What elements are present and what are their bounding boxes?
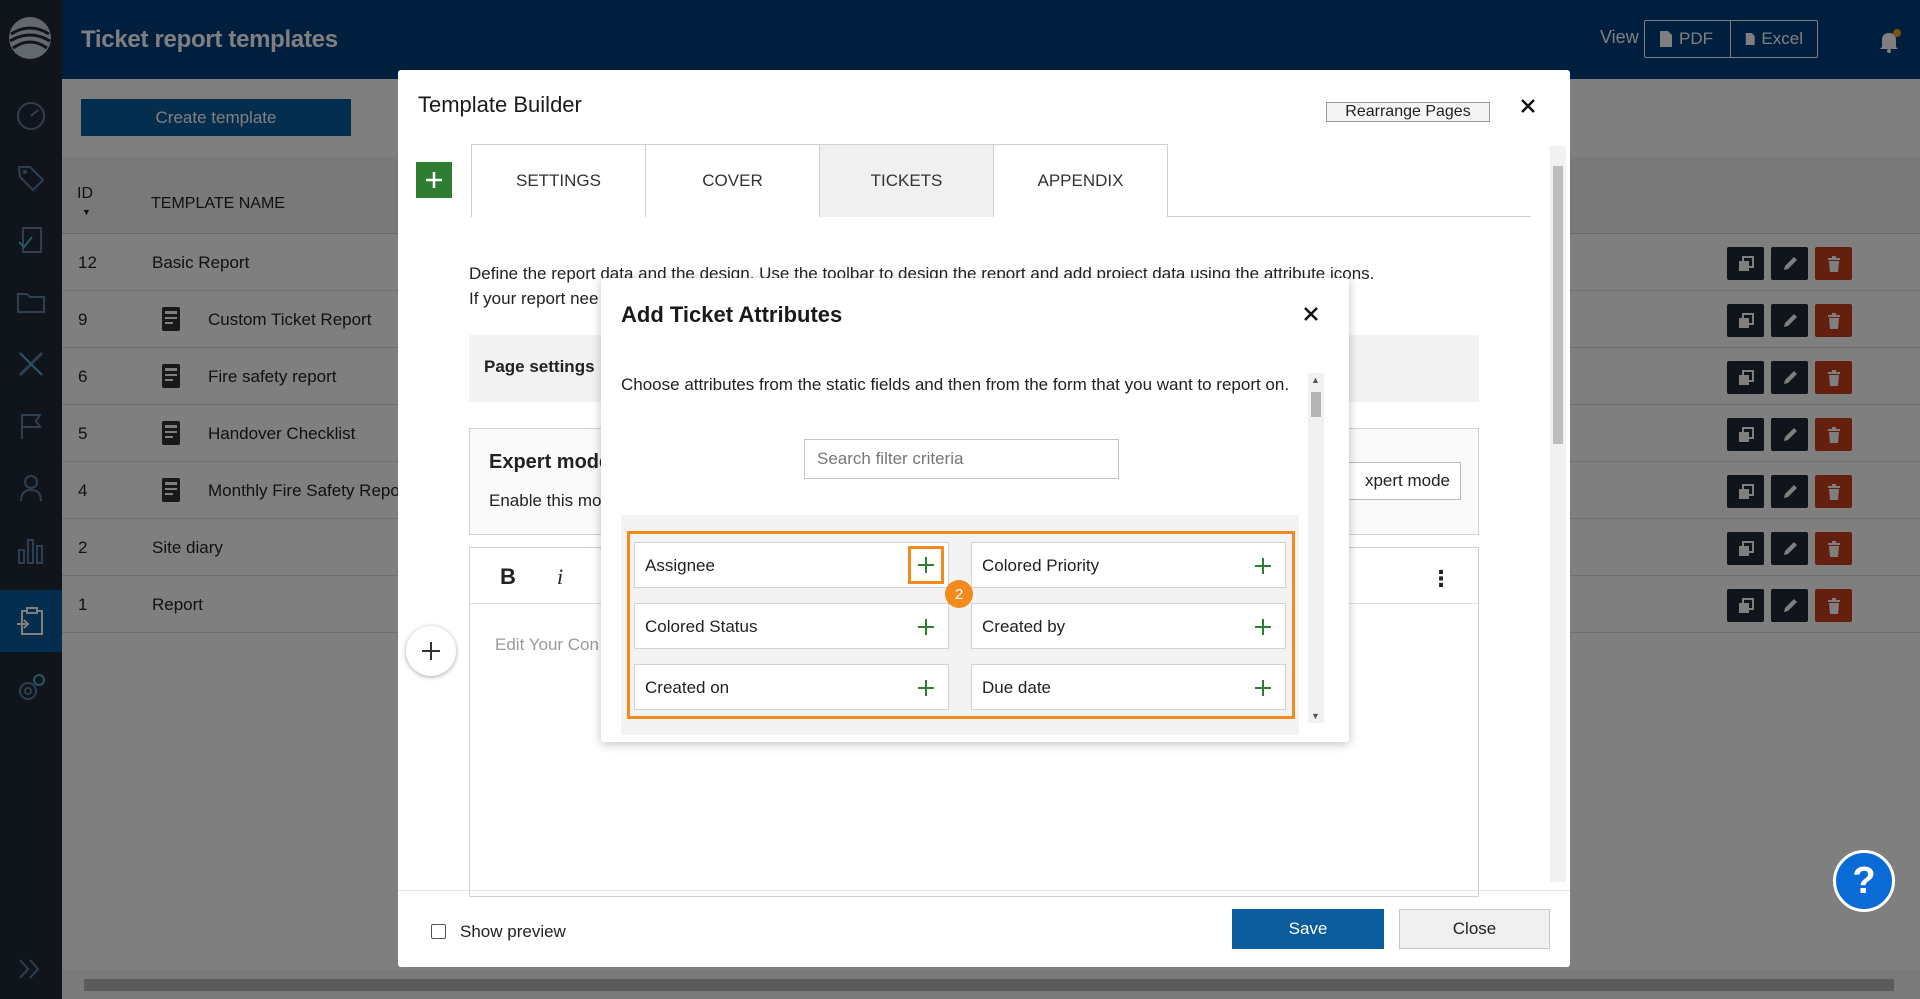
attribute-label: Created on	[645, 678, 730, 697]
plus-icon	[1255, 680, 1271, 696]
search-input[interactable]	[804, 439, 1119, 479]
page-settings-label: Page settings	[484, 357, 595, 376]
expert-mode-title: Expert mode	[489, 451, 611, 473]
close-button[interactable]: Close	[1399, 909, 1550, 949]
add-block-button[interactable]	[406, 626, 456, 676]
builder-tabs: SETTINGS COVER TICKETS APPENDIX	[471, 144, 1531, 217]
attribute-item-colored-status: Colored Status	[634, 603, 949, 649]
attribute-label: Colored Status	[645, 617, 758, 636]
attribute-label: Colored Priority	[982, 556, 1100, 575]
add-attribute-button[interactable]	[1251, 615, 1275, 639]
plus-icon	[1255, 558, 1271, 574]
help-button[interactable]: ?	[1833, 850, 1895, 912]
italic-button[interactable]: i	[557, 564, 563, 590]
attributes-modal-title: Add Ticket Attributes	[621, 302, 843, 327]
add-attribute-button[interactable]	[914, 676, 938, 700]
attribute-label: Created by	[982, 617, 1066, 636]
plus-icon	[422, 642, 440, 660]
tab-appendix[interactable]: APPENDIX	[993, 144, 1168, 217]
add-page-button[interactable]	[416, 162, 452, 198]
add-ticket-attributes-modal: Add Ticket Attributes Choose attributes …	[601, 278, 1349, 742]
attribute-item-created-by: Created by	[971, 603, 1286, 649]
step-badge: 2	[945, 580, 973, 608]
show-preview-checkbox[interactable]	[431, 924, 446, 939]
bold-button[interactable]: B	[500, 564, 516, 590]
attribute-item-due-date: Due date	[971, 664, 1286, 710]
attributes-scrollbar[interactable]: ▲ ▼	[1308, 373, 1324, 723]
close-icon[interactable]	[1516, 94, 1540, 118]
builder-footer: Show preview Save Close	[398, 890, 1570, 967]
add-attribute-button[interactable]	[1251, 554, 1275, 578]
plus-icon	[1255, 619, 1271, 635]
attribute-label: Due date	[982, 678, 1051, 697]
tab-cover[interactable]: COVER	[645, 144, 820, 217]
tab-tickets[interactable]: TICKETS	[819, 144, 994, 217]
add-attribute-button[interactable]	[1251, 676, 1275, 700]
rearrange-pages-button[interactable]: Rearrange Pages	[1326, 102, 1490, 122]
plus-icon	[918, 557, 934, 573]
attribute-item-assignee: Assignee	[634, 542, 949, 588]
save-button[interactable]: Save	[1232, 909, 1384, 949]
template-builder-title: Template Builder	[418, 92, 582, 117]
plus-icon	[426, 172, 442, 188]
add-attribute-button[interactable]	[914, 615, 938, 639]
builder-scrollbar[interactable]	[1550, 146, 1566, 882]
tab-settings[interactable]: SETTINGS	[471, 144, 646, 217]
expert-mode-description: Enable this mo	[489, 491, 602, 510]
more-options-icon[interactable]: ⋮	[1430, 566, 1452, 592]
plus-icon	[918, 680, 934, 696]
attribute-item-created-on: Created on	[634, 664, 949, 710]
close-icon[interactable]	[1299, 302, 1323, 326]
attribute-item-colored-priority: Colored Priority	[971, 542, 1286, 588]
builder-description-2: If your report nee	[469, 289, 599, 308]
add-attribute-button[interactable]	[908, 546, 944, 584]
editor-placeholder[interactable]: Edit Your Con	[495, 635, 599, 655]
plus-icon	[918, 619, 934, 635]
show-preview-label: Show preview	[460, 922, 566, 941]
attributes-description: Choose attributes from the static fields…	[621, 375, 1290, 394]
attribute-label: Assignee	[645, 556, 715, 575]
